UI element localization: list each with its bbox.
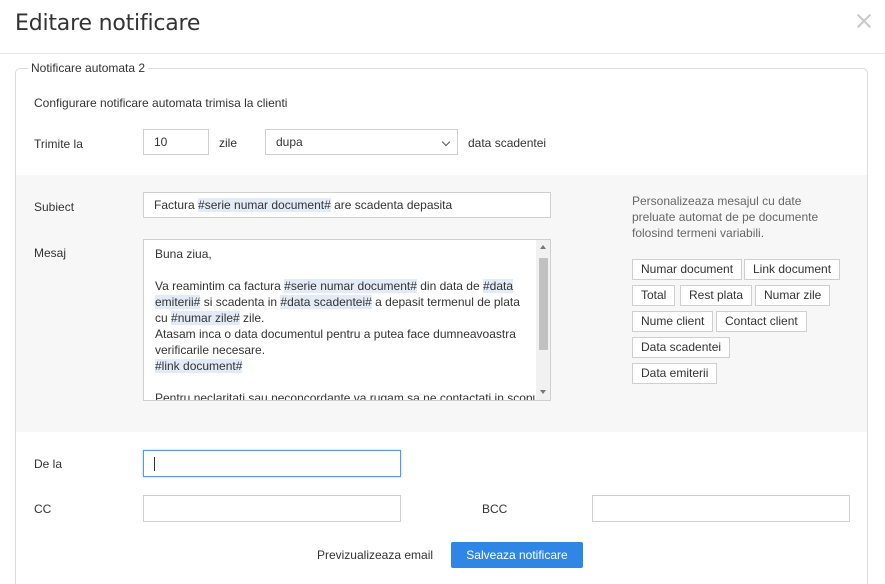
variable-button-total[interactable]: Total bbox=[632, 285, 676, 306]
message-paragraph: Pentru neclaritati sau neconcordante va … bbox=[155, 391, 542, 401]
schedule-label: Trimite la bbox=[34, 137, 83, 151]
variable-tag: #numar zile# bbox=[171, 311, 240, 325]
days-input[interactable]: 10 bbox=[143, 129, 209, 155]
days-unit-label: zile bbox=[219, 136, 238, 150]
subject-label: Subiect bbox=[34, 200, 75, 214]
close-icon[interactable] bbox=[853, 10, 875, 32]
section-description: Configurare notificare automata trimisa … bbox=[34, 96, 288, 110]
message-scrollbar[interactable] bbox=[536, 240, 550, 400]
message-greeting: Buna ziua, bbox=[155, 247, 212, 261]
variable-button-contact-client[interactable]: Contact client bbox=[716, 311, 807, 332]
modal-header: Editare notificare bbox=[0, 0, 885, 54]
message-label: Mesaj bbox=[34, 246, 67, 260]
modal-title: Editare notificare bbox=[15, 11, 201, 36]
variable-button-link-document[interactable]: Link document bbox=[744, 259, 841, 280]
preview-email-button[interactable]: Previzualizeaza email bbox=[311, 543, 439, 567]
relation-select-value: dupa bbox=[276, 135, 303, 149]
variable-tag: #serie numar document# bbox=[284, 279, 417, 293]
bcc-label: BCC bbox=[482, 502, 508, 516]
schedule-suffix: data scadentei bbox=[468, 136, 547, 150]
scroll-down-icon[interactable] bbox=[540, 390, 546, 394]
save-notification-button[interactable]: Salveaza notificare bbox=[451, 542, 583, 568]
cc-label: CC bbox=[34, 502, 52, 516]
subject-input[interactable]: Factura #serie numar document# are scade… bbox=[143, 192, 551, 218]
variable-tag: #link document# bbox=[155, 359, 243, 373]
scroll-thumb[interactable] bbox=[539, 258, 548, 350]
variable-button-numar-zile[interactable]: Numar zile bbox=[755, 285, 831, 306]
variable-button-rest-plata[interactable]: Rest plata bbox=[680, 285, 753, 306]
message-content: Buna ziua, Va reamintim ca factura #seri… bbox=[155, 246, 542, 401]
subject-text-end: are scadenta depasita bbox=[330, 198, 453, 212]
from-label: De la bbox=[34, 457, 63, 471]
subject-text: Factura bbox=[154, 198, 199, 212]
scroll-up-icon[interactable] bbox=[540, 245, 546, 249]
cc-input[interactable] bbox=[143, 495, 401, 522]
text-caret bbox=[154, 457, 155, 471]
message-paragraph: Va reamintim ca factura #serie numar doc… bbox=[155, 279, 520, 325]
from-input[interactable] bbox=[143, 450, 401, 477]
variable-tag: #data scadentei# bbox=[280, 295, 372, 309]
relation-select[interactable]: dupa bbox=[265, 129, 458, 155]
bcc-input[interactable] bbox=[592, 495, 850, 522]
variable-button-numar-document[interactable]: Numar document bbox=[632, 259, 743, 280]
variable-button-data-emiterii[interactable]: Data emiterii bbox=[632, 363, 718, 384]
variable-button-data-scadentei[interactable]: Data scadentei bbox=[632, 337, 731, 358]
variable-button-nume-client[interactable]: Nume client bbox=[632, 311, 714, 332]
fieldset-legend: Notificare automata 2 bbox=[28, 61, 149, 75]
message-link-line: #link document# bbox=[155, 358, 530, 374]
chevron-down-icon bbox=[441, 137, 451, 147]
message-paragraph: Atasam inca o data documentul pentru a p… bbox=[155, 327, 516, 357]
variables-hint: Personalizeaza mesajul cu date preluate … bbox=[632, 194, 819, 240]
message-textarea[interactable]: Buna ziua, Va reamintim ca factura #seri… bbox=[143, 239, 551, 401]
subject-variable-tag: #serie numar document# bbox=[198, 198, 331, 212]
